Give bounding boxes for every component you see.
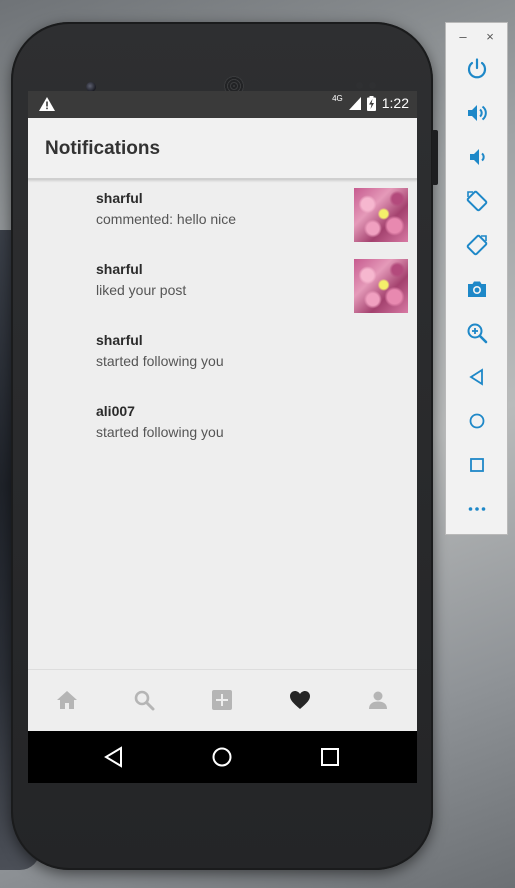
warning-icon <box>39 97 55 111</box>
page-title: Notifications <box>45 138 161 159</box>
home-icon[interactable] <box>465 409 489 433</box>
system-navigation-bar <box>28 731 417 783</box>
post-thumbnail[interactable] <box>354 188 408 242</box>
zoom-icon[interactable] <box>465 321 489 345</box>
profile-icon[interactable] <box>366 688 390 712</box>
proximity-sensor <box>356 82 363 89</box>
notification-item[interactable]: ali007 started following you <box>28 393 417 464</box>
home-icon[interactable] <box>55 688 79 712</box>
notification-message: commented: hello nice <box>96 211 237 227</box>
status-time: 1:22 <box>381 95 409 111</box>
minimize-button[interactable]: – <box>456 29 470 44</box>
notification-message: started following you <box>96 353 224 369</box>
system-back-icon[interactable] <box>102 745 126 769</box>
device-screen: 4G 1:22 Notifications sharful commented:… <box>28 91 417 783</box>
notification-message: liked your post <box>96 282 187 298</box>
notification-username[interactable]: sharful <box>96 190 143 206</box>
rotate-left-icon[interactable] <box>465 189 489 213</box>
notification-username[interactable]: sharful <box>96 332 143 348</box>
volume-down-icon[interactable] <box>465 145 489 169</box>
signal-icon <box>348 96 361 110</box>
network-type: 4G <box>332 93 343 103</box>
notification-item[interactable]: sharful liked your post <box>28 251 417 322</box>
add-post-icon[interactable] <box>210 688 234 712</box>
system-home-icon[interactable] <box>210 745 234 769</box>
battery-charging-icon <box>366 95 376 111</box>
rotate-right-icon[interactable] <box>465 233 489 257</box>
overview-icon[interactable] <box>465 453 489 477</box>
close-button[interactable]: × <box>483 29 497 44</box>
back-icon[interactable] <box>465 365 489 389</box>
light-sensor <box>369 82 376 89</box>
notification-item[interactable]: sharful commented: hello nice <box>28 180 417 251</box>
status-bar: 4G 1:22 <box>28 91 417 118</box>
emulator-toolbar: – × <box>445 22 508 535</box>
notification-username[interactable]: sharful <box>96 261 143 277</box>
search-icon[interactable] <box>132 688 156 712</box>
camera-icon[interactable] <box>465 277 489 301</box>
more-icon[interactable] <box>465 497 489 521</box>
power-icon[interactable] <box>465 57 489 81</box>
volume-up-icon[interactable] <box>465 101 489 125</box>
system-recents-icon[interactable] <box>318 745 342 769</box>
bottom-navigation <box>28 669 417 732</box>
notification-item[interactable]: sharful started following you <box>28 322 417 393</box>
heart-icon[interactable] <box>288 688 312 712</box>
notification-message: started following you <box>96 424 224 440</box>
app-bar: Notifications <box>28 118 417 180</box>
post-thumbnail[interactable] <box>354 259 408 313</box>
notification-username[interactable]: ali007 <box>96 403 135 419</box>
phone-side-button <box>432 130 438 185</box>
